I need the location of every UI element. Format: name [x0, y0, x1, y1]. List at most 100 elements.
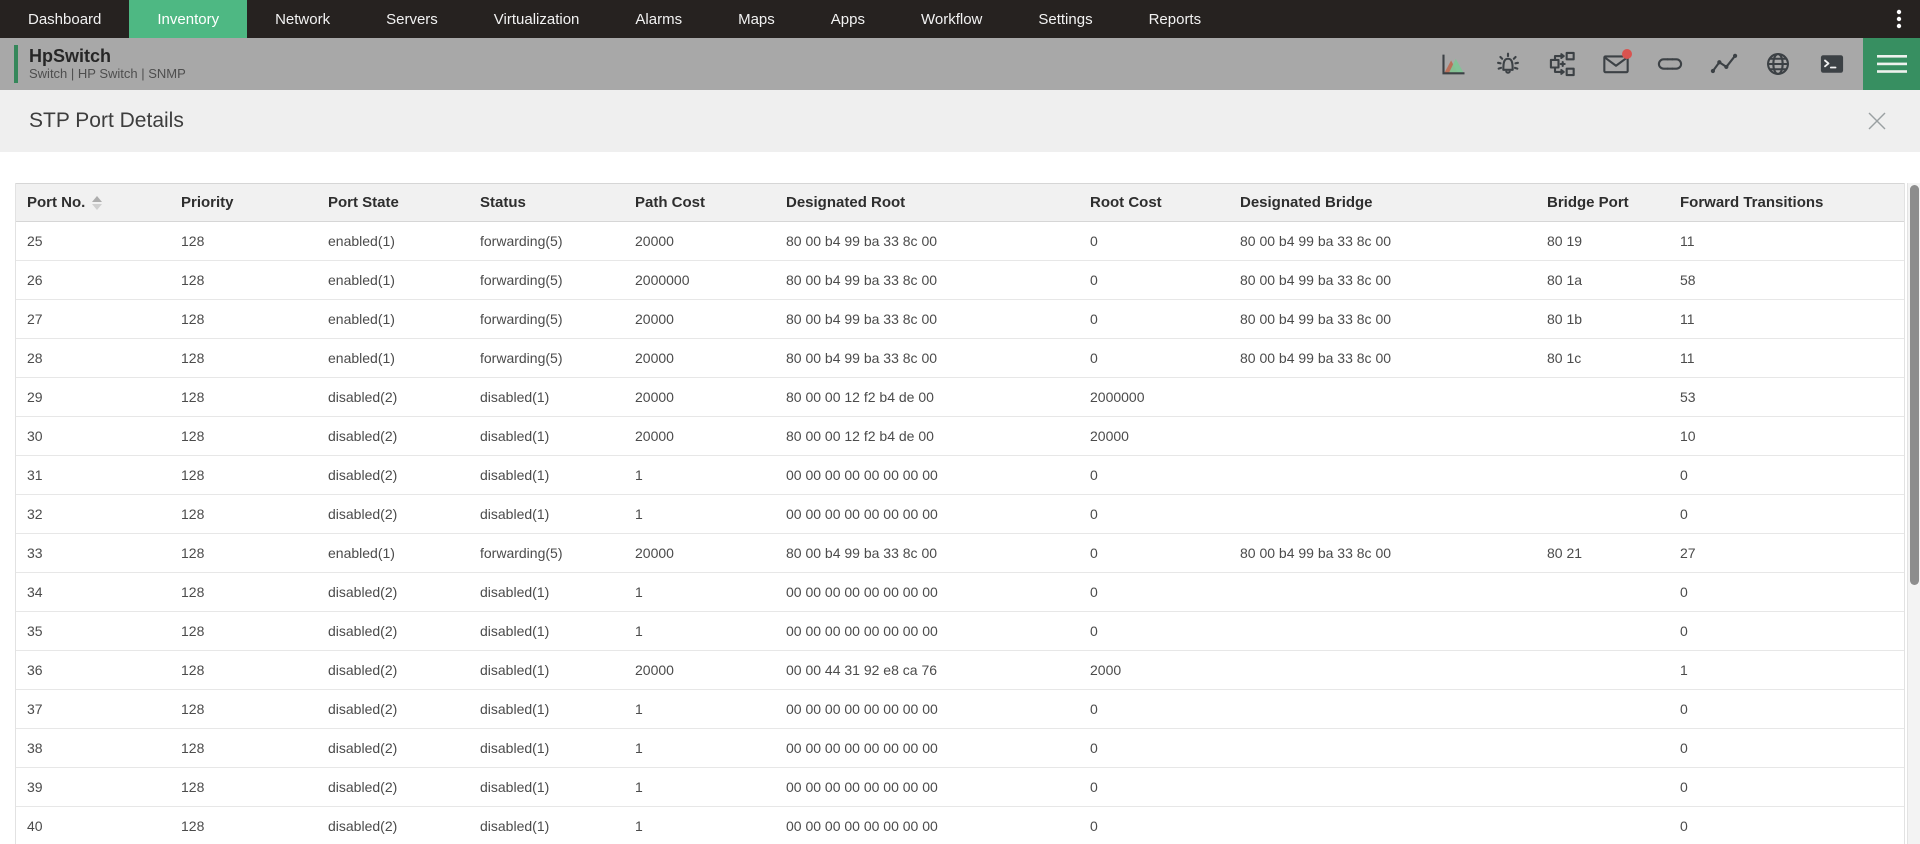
- cell-port_no: 29: [16, 377, 170, 417]
- column-header-designated_bridge[interactable]: Designated Bridge: [1229, 183, 1536, 222]
- workflow-icon[interactable]: [1545, 47, 1579, 81]
- cell-port_no: 31: [16, 455, 170, 495]
- nav-item-maps[interactable]: Maps: [710, 0, 803, 38]
- cell-designated_root: 00 00 44 31 92 e8 ca 76: [775, 650, 1079, 690]
- cell-bridge_port: [1536, 806, 1669, 844]
- cell-port_state: enabled(1): [317, 338, 469, 378]
- cell-port_state: enabled(1): [317, 260, 469, 300]
- cell-designated_root: 00 00 00 00 00 00 00 00: [775, 767, 1079, 807]
- mail-icon[interactable]: [1599, 47, 1633, 81]
- column-header-port_no[interactable]: Port No.: [16, 183, 170, 222]
- nav-item-virtualization[interactable]: Virtualization: [466, 0, 608, 38]
- nav-item-apps[interactable]: Apps: [803, 0, 893, 38]
- cell-priority: 128: [170, 650, 317, 690]
- sort-arrows-icon[interactable]: [92, 196, 103, 211]
- cell-designated_bridge: [1229, 689, 1536, 729]
- app-window: Dashboard Inventory Network Servers Virtuali…: [0, 0, 1920, 844]
- cell-forward_transitions: 0: [1669, 572, 1904, 612]
- cell-root_cost: 0: [1079, 572, 1229, 612]
- column-label: Path Cost: [635, 194, 706, 211]
- alarm-bell-icon[interactable]: [1491, 47, 1525, 81]
- cell-bridge_port: 80 1b: [1536, 299, 1669, 339]
- cell-forward_transitions: 0: [1669, 611, 1904, 651]
- cell-path_cost: 20000: [624, 416, 775, 456]
- close-icon[interactable]: [1864, 108, 1890, 134]
- cell-bridge_port: 80 21: [1536, 533, 1669, 573]
- cell-forward_transitions: 0: [1669, 455, 1904, 495]
- column-header-forward_transitions[interactable]: Forward Transitions: [1669, 183, 1904, 222]
- link-icon[interactable]: [1653, 47, 1687, 81]
- cell-designated_root: 00 00 00 00 00 00 00 00: [775, 728, 1079, 768]
- nav-item-reports[interactable]: Reports: [1121, 0, 1230, 38]
- cell-designated_root: 00 00 00 00 00 00 00 00: [775, 455, 1079, 495]
- nav-item-servers[interactable]: Servers: [358, 0, 466, 38]
- nav-item-alarms[interactable]: Alarms: [607, 0, 710, 38]
- cell-designated_bridge: 80 00 b4 99 ba 33 8c 00: [1229, 221, 1536, 261]
- stp-port-table-wrap: Port No. Priority Port State Status Path Cos…: [15, 183, 1905, 844]
- cell-priority: 128: [170, 338, 317, 378]
- cell-status: disabled(1): [469, 689, 624, 729]
- cell-designated_bridge: 80 00 b4 99 ba 33 8c 00: [1229, 260, 1536, 300]
- scrollbar-thumb[interactable]: [1910, 185, 1919, 585]
- cell-port_state: disabled(2): [317, 416, 469, 456]
- cell-root_cost: 0: [1079, 338, 1229, 378]
- column-header-path_cost[interactable]: Path Cost: [624, 183, 775, 222]
- cell-forward_transitions: 11: [1669, 299, 1904, 339]
- cell-port_no: 38: [16, 728, 170, 768]
- cell-root_cost: 0: [1079, 611, 1229, 651]
- line-chart-icon[interactable]: [1707, 47, 1741, 81]
- cell-path_cost: 1: [624, 728, 775, 768]
- top-navigation: Dashboard Inventory Network Servers Virtuali…: [0, 0, 1920, 38]
- cell-forward_transitions: 0: [1669, 806, 1904, 844]
- cell-path_cost: 20000: [624, 338, 775, 378]
- terminal-icon[interactable]: [1815, 47, 1849, 81]
- nav-item-inventory[interactable]: Inventory: [129, 0, 248, 38]
- page-title: STP Port Details: [29, 109, 184, 132]
- cell-designated_root: 80 00 b4 99 ba 33 8c 00: [775, 299, 1079, 339]
- cell-bridge_port: [1536, 767, 1669, 807]
- device-header: HpSwitch Switch | HP Switch | SNMP: [0, 38, 1920, 90]
- cell-priority: 128: [170, 299, 317, 339]
- cell-bridge_port: 80 1a: [1536, 260, 1669, 300]
- hamburger-menu-icon[interactable]: [1863, 38, 1920, 90]
- column-header-root_cost[interactable]: Root Cost: [1079, 183, 1229, 222]
- nav-item-settings[interactable]: Settings: [1010, 0, 1120, 38]
- cell-priority: 128: [170, 572, 317, 612]
- cell-designated_bridge: [1229, 728, 1536, 768]
- cell-priority: 128: [170, 533, 317, 573]
- device-info: HpSwitch Switch | HP Switch | SNMP: [29, 46, 186, 82]
- column-header-port_state[interactable]: Port State: [317, 183, 469, 222]
- vertical-scrollbar[interactable]: [1907, 183, 1920, 844]
- cell-port_no: 34: [16, 572, 170, 612]
- column-header-designated_root[interactable]: Designated Root: [775, 183, 1079, 222]
- cell-priority: 128: [170, 611, 317, 651]
- cell-port_state: disabled(2): [317, 572, 469, 612]
- nav-item-workflow[interactable]: Workflow: [893, 0, 1010, 38]
- column-header-status[interactable]: Status: [469, 183, 624, 222]
- cell-port_state: disabled(2): [317, 494, 469, 534]
- cell-path_cost: 20000: [624, 299, 775, 339]
- cell-status: disabled(1): [469, 611, 624, 651]
- column-header-priority[interactable]: Priority: [170, 183, 317, 222]
- column-label: Root Cost: [1090, 194, 1162, 211]
- table-row: 38 128 disabled(2) disabled(1) 1 00 00 00 00 …: [16, 728, 1904, 768]
- globe-icon[interactable]: [1761, 47, 1795, 81]
- cell-root_cost: 0: [1079, 455, 1229, 495]
- performance-chart-icon[interactable]: [1437, 47, 1471, 81]
- cell-designated_root: 80 00 b4 99 ba 33 8c 00: [775, 260, 1079, 300]
- cell-status: disabled(1): [469, 572, 624, 612]
- cell-designated_bridge: [1229, 377, 1536, 417]
- cell-root_cost: 0: [1079, 767, 1229, 807]
- cell-designated_bridge: 80 00 b4 99 ba 33 8c 00: [1229, 299, 1536, 339]
- nav-item-network[interactable]: Network: [247, 0, 358, 38]
- cell-forward_transitions: 11: [1669, 221, 1904, 261]
- column-label: Port No.: [27, 194, 86, 211]
- cell-bridge_port: [1536, 377, 1669, 417]
- cell-port_state: disabled(2): [317, 650, 469, 690]
- cell-bridge_port: 80 19: [1536, 221, 1669, 261]
- cell-designated_bridge: [1229, 806, 1536, 844]
- cell-root_cost: 0: [1079, 221, 1229, 261]
- column-header-bridge_port[interactable]: Bridge Port: [1536, 183, 1669, 222]
- nav-item-dashboard[interactable]: Dashboard: [0, 0, 129, 38]
- kebab-menu-icon[interactable]: [1878, 0, 1920, 38]
